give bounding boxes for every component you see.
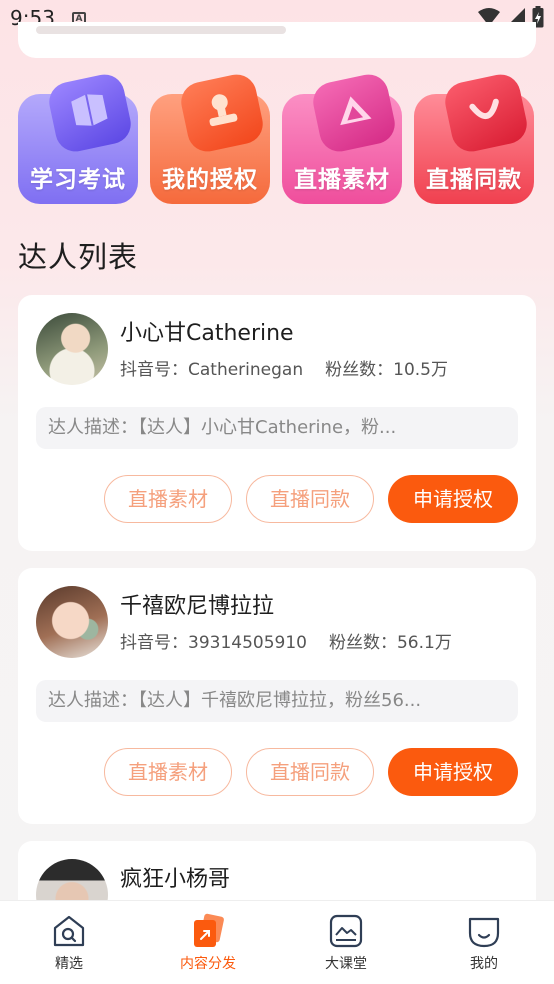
fans-count: 56.1万	[396, 633, 452, 653]
feature-live-material[interactable]: 直播素材	[282, 70, 402, 204]
content-distribute-icon	[194, 913, 224, 947]
live-same-style-button[interactable]: 直播同款	[246, 748, 374, 796]
nav-mine[interactable]: 我的	[434, 913, 534, 973]
avatar[interactable]	[36, 313, 108, 385]
influencer-description: 达人描述：【达人】小心甘Catherine，粉...	[36, 407, 518, 449]
apply-authorization-button[interactable]: 申请授权	[388, 475, 518, 523]
influencer-meta: 抖音号：39314505910 粉丝数：56.1万	[120, 628, 452, 653]
apply-authorization-button[interactable]: 申请授权	[388, 748, 518, 796]
feature-label: 直播素材	[294, 167, 390, 193]
section-title: 达人列表	[18, 240, 139, 274]
avatar[interactable]	[36, 586, 108, 658]
fans-label: 粉丝数：	[325, 360, 394, 380]
feature-study-exam[interactable]: 学习考试	[18, 70, 138, 204]
nav-label: 大课堂	[325, 956, 367, 972]
douyin-id: Catherinegan	[188, 360, 304, 380]
feature-row: 学习考试 我的授权 直播素材 直播同款	[18, 70, 536, 206]
influencer-name: 千禧欧尼博拉拉	[120, 594, 275, 619]
influencer-card: 千禧欧尼博拉拉 抖音号：39314505910 粉丝数：56.1万 达人描述：【达…	[18, 568, 536, 824]
profile-icon	[468, 917, 500, 948]
feature-label: 我的授权	[162, 167, 258, 193]
feature-live-same-style[interactable]: 直播同款	[414, 70, 534, 204]
influencer-meta: 抖音号：Catherinegan 粉丝数：10.5万	[120, 355, 448, 380]
live-same-style-button[interactable]: 直播同款	[246, 475, 374, 523]
fans-label: 粉丝数：	[328, 633, 397, 653]
douyin-label: 抖音号：	[120, 633, 188, 653]
feature-label: 直播同款	[426, 167, 522, 193]
fans-count: 10.5万	[393, 360, 448, 380]
nav-label: 内容分发	[180, 956, 236, 972]
search-bar[interactable]	[18, 22, 536, 58]
influencer-name: 小心甘Catherine	[120, 321, 294, 346]
influencer-description: 达人描述：【达人】千禧欧尼博拉拉，粉丝56...	[36, 680, 518, 722]
nav-classroom[interactable]: 大课堂	[296, 913, 396, 973]
influencer-name: 疯狂小杨哥	[120, 867, 231, 892]
influencer-card: 小心甘Catherine 抖音号：Catherinegan 粉丝数：10.5万 达…	[18, 295, 536, 551]
nav-featured[interactable]: 精选	[19, 913, 119, 973]
live-material-button[interactable]: 直播素材	[104, 748, 232, 796]
home-search-icon	[53, 915, 85, 947]
bottom-nav: 精选 内容分发 大课堂 我的	[0, 900, 554, 984]
feature-label: 学习考试	[30, 167, 126, 193]
classroom-icon	[329, 914, 363, 948]
nav-label: 我的	[470, 956, 498, 972]
douyin-id: 39314505910	[188, 633, 307, 653]
nav-content-distribution[interactable]: 内容分发	[158, 913, 258, 973]
live-material-button[interactable]: 直播素材	[104, 475, 232, 523]
douyin-label: 抖音号：	[120, 360, 188, 380]
feature-my-authorization[interactable]: 我的授权	[150, 70, 270, 204]
nav-label: 精选	[55, 956, 83, 972]
